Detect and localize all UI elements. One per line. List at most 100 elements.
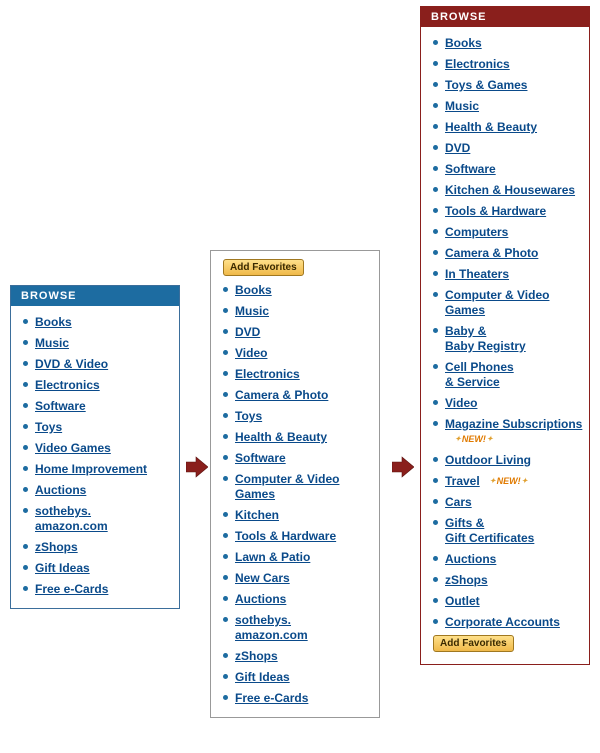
nav-link[interactable]: Music bbox=[35, 336, 69, 350]
nav-link[interactable]: Health & Beauty bbox=[235, 430, 327, 444]
nav-item: Gift Ideas bbox=[221, 667, 373, 688]
nav-item: Computer & Video Games bbox=[221, 469, 373, 505]
nav-link[interactable]: zShops bbox=[445, 573, 488, 587]
nav-link[interactable]: Kitchen & Housewares bbox=[445, 183, 575, 197]
nav-item: Cell Phones& Service bbox=[431, 357, 583, 393]
nav-link[interactable]: Free e-Cards bbox=[35, 582, 108, 596]
nav-link[interactable]: DVD bbox=[445, 141, 470, 155]
nav-item: Toys bbox=[221, 406, 373, 427]
nav-link[interactable]: Travel bbox=[445, 474, 480, 488]
nav-link[interactable]: Software bbox=[235, 451, 286, 465]
nav-link[interactable]: Toys bbox=[235, 409, 262, 423]
nav-link[interactable]: Home Improvement bbox=[35, 462, 147, 476]
nav-link[interactable]: Gift Ideas bbox=[235, 670, 290, 684]
nav-link[interactable]: Music bbox=[445, 99, 479, 113]
nav-link[interactable]: Tools & Hardware bbox=[445, 204, 546, 218]
nav-link[interactable]: zShops bbox=[35, 540, 78, 554]
nav-item: Camera & Photo bbox=[431, 243, 583, 264]
nav-link[interactable]: Computer & Video Games bbox=[235, 472, 339, 501]
nav-link[interactable]: Tools & Hardware bbox=[235, 529, 336, 543]
nav-link[interactable]: Books bbox=[445, 36, 482, 50]
nav-item: Toys & Games bbox=[431, 75, 583, 96]
nav-list-1: Books Music DVD & Video Electronics Software… bbox=[17, 312, 173, 600]
nav-item: Software bbox=[431, 159, 583, 180]
add-favorites-button[interactable]: Add Favorites bbox=[433, 635, 514, 652]
nav-link[interactable]: Free e-Cards bbox=[235, 691, 308, 705]
nav-link[interactable]: Auctions bbox=[445, 552, 496, 566]
nav-list-3: Books Electronics Toys & Games Music Health … bbox=[427, 33, 583, 633]
nav-link[interactable]: Electronics bbox=[235, 367, 300, 381]
nav-item: Kitchen bbox=[221, 505, 373, 526]
nav-link[interactable]: Kitchen bbox=[235, 508, 279, 522]
nav-item: Software bbox=[21, 396, 173, 417]
nav-link[interactable]: Magazine Subscriptions bbox=[445, 417, 582, 431]
nav-item: DVD bbox=[431, 138, 583, 159]
nav-item: Computers bbox=[431, 222, 583, 243]
nav-link[interactable]: Auctions bbox=[235, 592, 286, 606]
nav-link[interactable]: Books bbox=[35, 315, 72, 329]
nav-item: Auctions bbox=[21, 480, 173, 501]
nav-link[interactable]: Toys & Games bbox=[445, 78, 527, 92]
nav-item: DVD bbox=[221, 322, 373, 343]
nav-link[interactable]: Electronics bbox=[35, 378, 100, 392]
panel-body: Books Electronics Toys & Games Music Health … bbox=[421, 27, 589, 664]
nav-link[interactable]: Baby &Baby Registry bbox=[445, 324, 526, 353]
nav-link[interactable]: Health & Beauty bbox=[445, 120, 537, 134]
nav-item: Health & Beauty bbox=[221, 427, 373, 448]
nav-link[interactable]: zShops bbox=[235, 649, 278, 663]
nav-link[interactable]: Camera & Photo bbox=[445, 246, 538, 260]
nav-item: Baby &Baby Registry bbox=[431, 321, 583, 357]
nav-link[interactable]: Gift Ideas bbox=[35, 561, 90, 575]
nav-link[interactable]: Gifts &Gift Certificates bbox=[445, 516, 534, 545]
nav-item: Books bbox=[431, 33, 583, 54]
nav-item: Gift Ideas bbox=[21, 558, 173, 579]
nav-item: zShops bbox=[431, 570, 583, 591]
nav-link[interactable]: Cell Phones& Service bbox=[445, 360, 514, 389]
nav-item: Electronics bbox=[21, 375, 173, 396]
nav-item: Free e-Cards bbox=[221, 688, 373, 709]
nav-item: Auctions bbox=[431, 549, 583, 570]
nav-item: Home Improvement bbox=[21, 459, 173, 480]
nav-item: Cars bbox=[431, 492, 583, 513]
nav-link[interactable]: Outlet bbox=[445, 594, 480, 608]
nav-item: DVD & Video bbox=[21, 354, 173, 375]
nav-link[interactable]: Auctions bbox=[35, 483, 86, 497]
nav-link[interactable]: Software bbox=[35, 399, 86, 413]
nav-link[interactable]: Camera & Photo bbox=[235, 388, 328, 402]
nav-link[interactable]: Cars bbox=[445, 495, 472, 509]
nav-link[interactable]: sothebys.amazon.com bbox=[235, 613, 308, 642]
nav-link[interactable]: Video bbox=[235, 346, 267, 360]
nav-link[interactable]: Video bbox=[445, 396, 477, 410]
add-favorites-button[interactable]: Add Favorites bbox=[223, 259, 304, 276]
nav-item: Music bbox=[431, 96, 583, 117]
nav-link[interactable]: DVD bbox=[235, 325, 260, 339]
nav-link[interactable]: Computer & Video Games bbox=[445, 288, 549, 317]
nav-item: Video Games bbox=[21, 438, 173, 459]
nav-link[interactable]: Video Games bbox=[35, 441, 111, 455]
browse-panel-3: BROWSE BooksElectronicsToys & GamesMusic… bbox=[420, 6, 590, 665]
panel-body: Add Favorites Books Music DVD Video Electron… bbox=[211, 251, 379, 717]
panel-body: Books Music DVD & Video Electronics Software… bbox=[11, 306, 179, 608]
panel-header: BROWSE bbox=[11, 286, 179, 306]
nav-link[interactable]: Software bbox=[445, 162, 496, 176]
nav-item: Corporate Accounts bbox=[431, 612, 583, 633]
nav-link[interactable]: In Theaters bbox=[445, 267, 509, 281]
nav-link[interactable]: Outdoor Living bbox=[445, 453, 531, 467]
nav-link[interactable]: Lawn & Patio bbox=[235, 550, 310, 564]
nav-link[interactable]: Corporate Accounts bbox=[445, 615, 560, 629]
nav-link[interactable]: sothebys.amazon.com bbox=[35, 504, 108, 533]
nav-link[interactable]: Electronics bbox=[445, 57, 510, 71]
nav-link[interactable]: DVD & Video bbox=[35, 357, 108, 371]
nav-item: Kitchen & Housewares bbox=[431, 180, 583, 201]
nav-link[interactable]: New Cars bbox=[235, 571, 290, 585]
nav-link[interactable]: Music bbox=[235, 304, 269, 318]
nav-item: Magazine SubscriptionsNEW! bbox=[431, 414, 583, 450]
nav-item: Health & Beauty bbox=[431, 117, 583, 138]
nav-item: In Theaters bbox=[431, 264, 583, 285]
nav-link[interactable]: Toys bbox=[35, 420, 62, 434]
nav-link[interactable]: Computers bbox=[445, 225, 508, 239]
nav-item: zShops bbox=[21, 537, 173, 558]
nav-item: Software bbox=[221, 448, 373, 469]
arrow-icon bbox=[186, 456, 208, 478]
nav-link[interactable]: Books bbox=[235, 283, 272, 297]
